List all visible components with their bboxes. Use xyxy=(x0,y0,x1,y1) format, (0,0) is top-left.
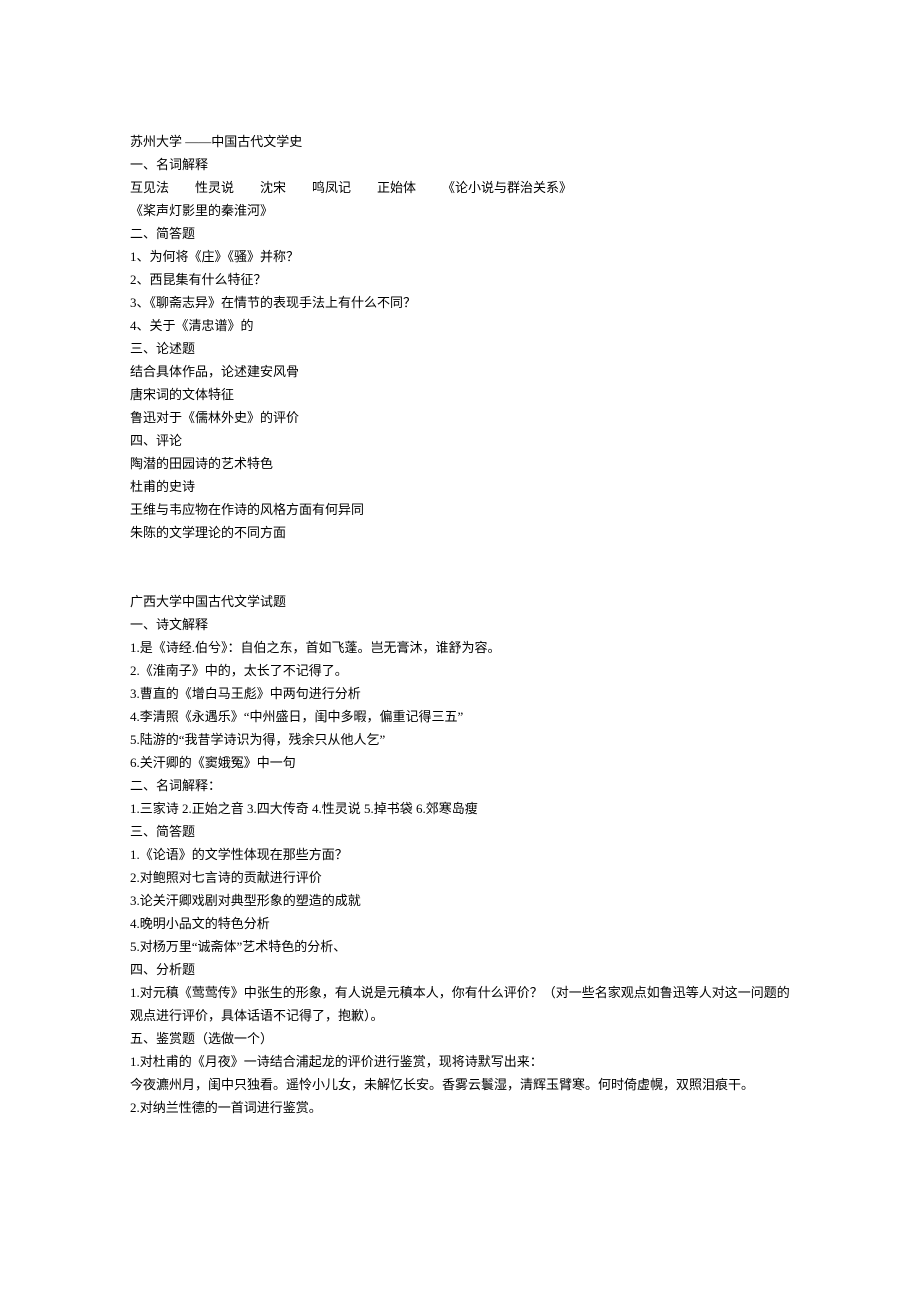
doc1-section3-q3: 鲁迅对于《儒林外史》的评价 xyxy=(130,406,790,429)
doc2-section1-q5: 5.陆游的“我昔学诗识为得，残余只从他人乞” xyxy=(130,728,790,751)
doc2-section1-q4: 4.李清照《永遇乐》“中州盛日，闺中多暇，偏重记得三五” xyxy=(130,705,790,728)
doc2-section1-q3: 3.曹直的《增白马王彪》中两句进行分析 xyxy=(130,682,790,705)
doc2-section1-q1: 1.是《诗经.伯兮》：自伯之东，首如飞蓬。岂无膏沐，谁舒为容。 xyxy=(130,636,790,659)
doc1-title: 苏州大学 ——中国古代文学史 xyxy=(130,130,790,153)
doc2-section3-q4: 4.晚明小品文的特色分析 xyxy=(130,912,790,935)
doc1-section1-heading: 一、名词解释 xyxy=(130,153,790,176)
doc2-section1-heading: 一、诗文解释 xyxy=(130,613,790,636)
doc1-section2-q3: 3、《聊斋志异》在情节的表现手法上有什么不同？ xyxy=(130,291,790,314)
doc2-section5-q1a: 1.对杜甫的《月夜》一诗结合浦起龙的评价进行鉴赏，现将诗默写出来： xyxy=(130,1050,790,1073)
doc2-title: 广西大学中国古代文学试题 xyxy=(130,590,790,613)
doc1-section3-q1: 结合具体作品，论述建安风骨 xyxy=(130,360,790,383)
doc1-section2-q2: 2、西昆集有什么特征？ xyxy=(130,268,790,291)
doc2-section4-q1: 1.对元稹《莺莺传》中张生的形象，有人说是元稹本人，你有什么评价？（对一些名家观… xyxy=(130,981,790,1027)
doc1-section4-q3: 王维与韦应物在作诗的风格方面有何异同 xyxy=(130,498,790,521)
doc1-section3-heading: 三、论述题 xyxy=(130,337,790,360)
doc1-section4-q4: 朱陈的文学理论的不同方面 xyxy=(130,521,790,544)
doc2-section3-heading: 三、简答题 xyxy=(130,820,790,843)
doc1-section4-heading: 四、评论 xyxy=(130,429,790,452)
doc2-section3-q3: 3.论关汗卿戏剧对典型形象的塑造的成就 xyxy=(130,889,790,912)
doc1-section3-q2: 唐宋词的文体特征 xyxy=(130,383,790,406)
doc2-section4-heading: 四、分析题 xyxy=(130,958,790,981)
section-spacer xyxy=(130,544,790,590)
doc2-section3-q5: 5.对杨万里“诚斋体”艺术特色的分析、 xyxy=(130,935,790,958)
doc1-section2-q1: 1、为何将《庄》《骚》并称？ xyxy=(130,245,790,268)
doc1-section2-q4: 4、关于《清忠谱》的 xyxy=(130,314,790,337)
doc2-section5-heading: 五、鉴赏题（选做一个） xyxy=(130,1027,790,1050)
document-page: 苏州大学 ——中国古代文学史 一、名词解释 互见法 性灵说 沈宋 鸣凤记 正始体… xyxy=(0,0,920,1179)
doc1-section1-line1: 互见法 性灵说 沈宋 鸣凤记 正始体 《论小说与群治关系》 xyxy=(130,176,790,199)
doc2-section5-q1b: 今夜瀌州月，闺中只独看。遥怜小儿女，未解忆长安。香雾云鬟湿，清辉玉臂寒。何时倚虚… xyxy=(130,1073,790,1096)
doc2-section1-q2: 2.《淮南子》中的，太长了不记得了。 xyxy=(130,659,790,682)
doc1-section2-heading: 二、简答题 xyxy=(130,222,790,245)
doc2-section2-line: 1.三家诗 2.正始之音 3.四大传奇 4.性灵说 5.掉书袋 6.郊寒岛瘦 xyxy=(130,797,790,820)
doc1-section4-q2: 杜甫的史诗 xyxy=(130,475,790,498)
doc2-section3-q1: 1.《论语》的文学性体现在那些方面？ xyxy=(130,843,790,866)
doc1-section1-line2: 《桨声灯影里的秦淮河》 xyxy=(130,199,790,222)
doc2-section2-heading: 二、名词解释： xyxy=(130,774,790,797)
doc2-section5-q2: 2.对纳兰性德的一首词进行鉴赏。 xyxy=(130,1096,790,1119)
doc1-section4-q1: 陶潜的田园诗的艺术特色 xyxy=(130,452,790,475)
doc2-section3-q2: 2.对鲍照对七言诗的贡献进行评价 xyxy=(130,866,790,889)
doc2-section1-q6: 6.关汗卿的《窦娥冤》中一句 xyxy=(130,751,790,774)
